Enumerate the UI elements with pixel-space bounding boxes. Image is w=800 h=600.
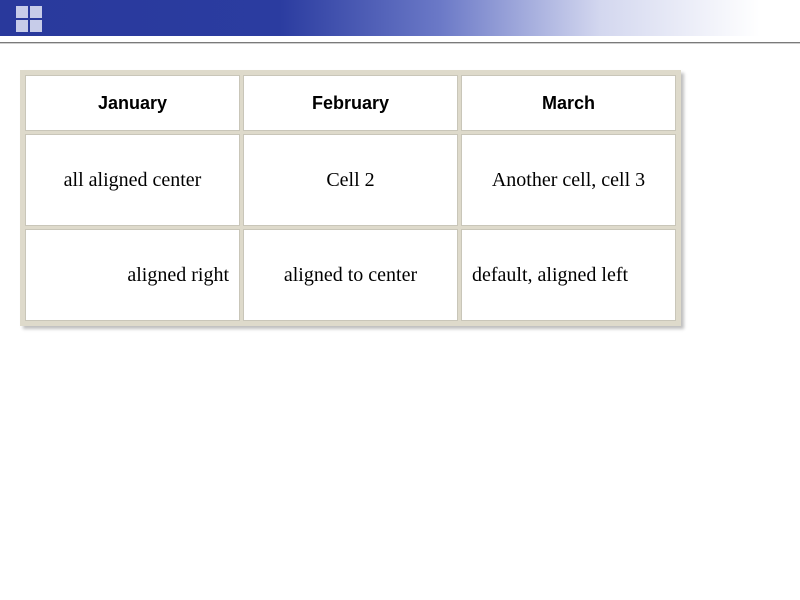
table-cell: Another cell, cell 3: [461, 134, 676, 226]
table-cell: aligned right: [25, 229, 240, 321]
decor-square: [30, 20, 42, 32]
slide-content: January February March all aligned cente…: [0, 44, 800, 331]
table-header-cell: February: [243, 75, 458, 131]
table-header-cell: March: [461, 75, 676, 131]
decor-square: [16, 6, 28, 18]
slide-header-band: [0, 0, 800, 36]
slide-header-decor: [16, 6, 42, 32]
decor-square: [16, 20, 28, 32]
table-cell: default, aligned left: [461, 229, 676, 321]
table-header-cell: January: [25, 75, 240, 131]
example-table-wrap: January February March all aligned cente…: [20, 70, 681, 326]
table-row: all aligned center Cell 2 Another cell, …: [25, 134, 676, 226]
example-table: January February March all aligned cente…: [22, 72, 679, 324]
table-cell: aligned to center: [243, 229, 458, 321]
table-cell: all aligned center: [25, 134, 240, 226]
table-cell: Cell 2: [243, 134, 458, 226]
table-row: aligned right aligned to center default,…: [25, 229, 676, 321]
decor-square: [30, 6, 42, 18]
table-header-row: January February March: [25, 75, 676, 131]
